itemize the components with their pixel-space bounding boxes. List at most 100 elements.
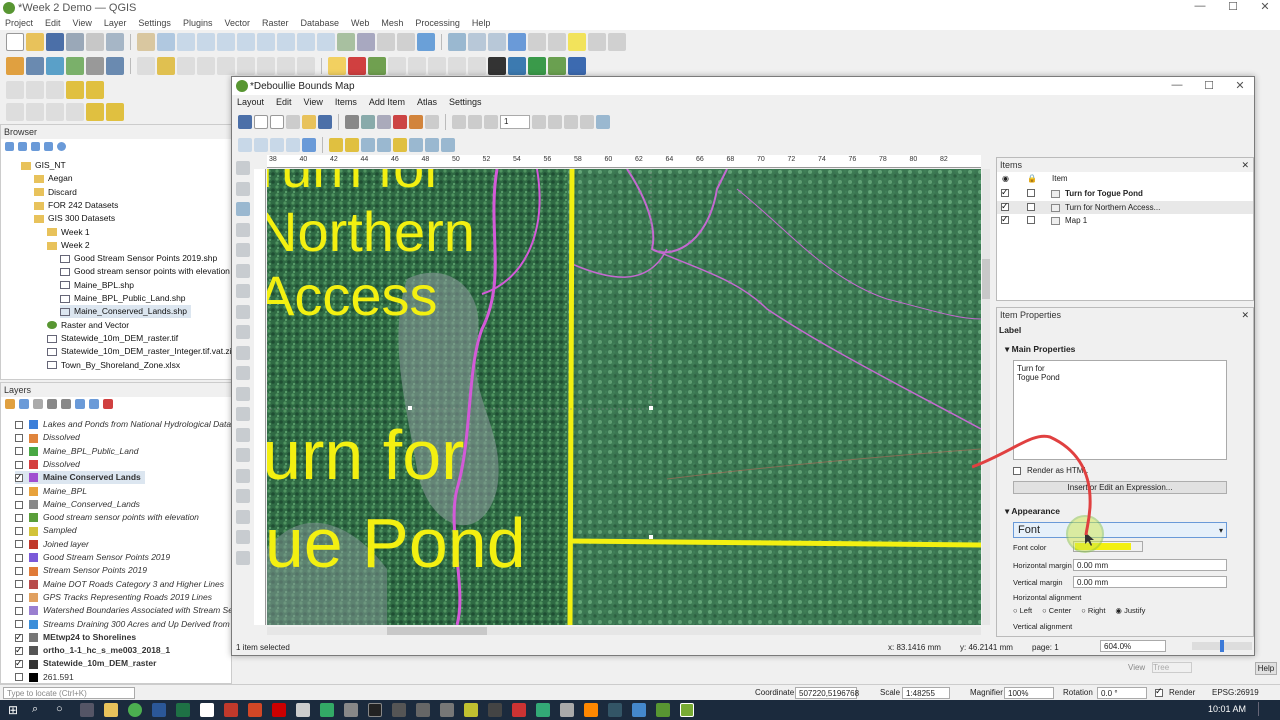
pan-icon[interactable] — [137, 33, 155, 51]
menu-edit[interactable]: Edit — [45, 18, 61, 28]
menu-web[interactable]: Web — [351, 18, 369, 28]
select-polygon-icon[interactable] — [106, 103, 124, 121]
redo-icon[interactable] — [297, 57, 315, 75]
atlas-prev-icon[interactable] — [484, 115, 498, 129]
app-icon[interactable] — [560, 703, 574, 717]
pan-layout-icon[interactable] — [236, 161, 250, 175]
browser-item[interactable]: Statewide_10m_DEM_raster.tif — [47, 332, 178, 345]
select-icon[interactable] — [6, 81, 24, 99]
app-icon[interactable] — [440, 703, 454, 717]
save-template-icon[interactable] — [318, 115, 332, 129]
layer-item[interactable]: 261.591 — [15, 671, 74, 684]
zoom-layer-icon[interactable] — [257, 33, 275, 51]
layer-item[interactable]: GPS Tracks Representing Roads 2019 Lines — [15, 591, 212, 604]
item-visible-checkbox[interactable] — [1001, 213, 1009, 226]
duplicate-layout-icon[interactable] — [270, 115, 284, 129]
layer-visibility-checkbox[interactable] — [15, 606, 23, 615]
select-move-icon[interactable] — [236, 202, 250, 216]
open-template-icon[interactable] — [302, 115, 316, 129]
menu-database[interactable]: Database — [301, 18, 340, 28]
add-arrow-icon[interactable] — [236, 448, 250, 462]
search-icon[interactable]: ⌕ — [32, 703, 38, 716]
new-project-icon[interactable] — [6, 33, 24, 51]
clock-app-icon[interactable] — [368, 703, 382, 717]
bookmark-icon[interactable] — [377, 33, 395, 51]
layer-visibility-checkbox[interactable] — [15, 580, 23, 589]
selection-handle[interactable] — [408, 406, 412, 410]
canvas-vertical-scrollbar[interactable] — [982, 169, 990, 625]
layer-item[interactable]: Maine_Conserved_Lands — [15, 498, 140, 511]
map-tips-icon[interactable] — [568, 33, 586, 51]
menu-layer[interactable]: Layer — [104, 18, 127, 28]
zoom-in-icon[interactable] — [177, 33, 195, 51]
zoom-native-icon[interactable] — [277, 33, 295, 51]
statistics-icon[interactable] — [528, 33, 546, 51]
deselect-icon[interactable] — [46, 81, 64, 99]
expression-filter-icon[interactable] — [61, 399, 71, 409]
add-vector-icon[interactable] — [46, 57, 64, 75]
browser-item[interactable]: GIS_NT — [21, 159, 66, 172]
refresh-view-icon[interactable] — [302, 138, 316, 152]
new-3d-view-icon[interactable] — [357, 33, 375, 51]
layer-item[interactable]: Stream Sensor Points 2019 — [15, 564, 147, 577]
browser-item[interactable]: Good stream sensor points with elevation — [60, 265, 230, 278]
layer-visibility-checkbox[interactable] — [15, 553, 23, 562]
maximize-icon[interactable]: ☐ — [1194, 79, 1224, 92]
layout-manager-icon[interactable] — [286, 115, 300, 129]
menu-items[interactable]: Items — [335, 97, 357, 107]
export-pdf-icon[interactable] — [393, 115, 407, 129]
add-label-icon[interactable] — [236, 325, 250, 339]
zoom-out-icon[interactable] — [197, 33, 215, 51]
maximize-icon[interactable]: ☐ — [1218, 0, 1248, 13]
excel-icon[interactable] — [176, 703, 190, 717]
app-icon[interactable] — [320, 703, 334, 717]
refresh-icon[interactable] — [5, 141, 14, 151]
layer-visibility-checkbox[interactable] — [15, 540, 23, 549]
menu-vector[interactable]: Vector — [224, 18, 250, 28]
help-icon[interactable] — [568, 57, 586, 75]
scrollbar-thumb[interactable] — [982, 259, 990, 299]
selection-handle[interactable] — [649, 406, 653, 410]
layer-visibility-checkbox[interactable] — [15, 631, 23, 644]
browser-item[interactable]: Aegan — [34, 172, 73, 185]
item-lock-checkbox[interactable] — [1027, 216, 1035, 224]
outlook-icon[interactable] — [224, 703, 238, 717]
remove-layer-icon[interactable] — [103, 399, 113, 409]
help-button[interactable]: Help — [1255, 662, 1277, 675]
label-show-icon[interactable] — [368, 57, 386, 75]
layer-visibility-checkbox[interactable] — [15, 471, 23, 484]
app-icon[interactable] — [536, 703, 550, 717]
data-source-manager-icon[interactable] — [6, 57, 24, 75]
digitize-icon[interactable] — [137, 57, 155, 75]
item-lock-checkbox[interactable] — [1027, 202, 1035, 211]
raise-icon[interactable] — [393, 138, 407, 152]
render-checkbox[interactable]: Render — [1155, 686, 1195, 697]
app-icon[interactable] — [608, 703, 622, 717]
atlas-last-icon[interactable] — [548, 115, 562, 129]
atlas-preview-icon[interactable] — [452, 115, 466, 129]
new-map-view-icon[interactable] — [337, 33, 355, 51]
paint-icon[interactable] — [296, 703, 310, 717]
info-icon[interactable] — [57, 141, 66, 151]
scale-field[interactable]: 1:48255 — [902, 687, 950, 699]
add-scalebar-icon[interactable] — [236, 366, 250, 380]
firefox-icon[interactable] — [584, 703, 598, 717]
label-change-icon[interactable] — [428, 57, 446, 75]
style-icon[interactable] — [5, 399, 15, 409]
v-margin-input[interactable]: 0.00 mm — [1073, 576, 1227, 588]
select-feature-icon[interactable] — [86, 103, 104, 121]
text-annotation-icon[interactable] — [608, 33, 626, 51]
task-view-icon[interactable] — [80, 703, 94, 717]
zoom-select[interactable]: 604.0% — [1100, 640, 1166, 652]
app-icon[interactable] — [392, 703, 406, 717]
python-icon[interactable] — [508, 57, 526, 75]
field-calculator-icon[interactable] — [488, 33, 506, 51]
menu-mesh[interactable]: Mesh — [381, 18, 403, 28]
label-rotate-icon[interactable] — [408, 57, 426, 75]
layer-item[interactable]: Good Stream Sensor Points 2019 — [15, 551, 170, 564]
layer-visibility-checkbox[interactable] — [15, 620, 23, 629]
edit-pencil-icon[interactable] — [157, 57, 175, 75]
browser-item[interactable]: Raster and Vector — [47, 319, 129, 332]
crs-button[interactable]: EPSG:26919 — [1212, 688, 1259, 697]
item-visible-checkbox[interactable] — [1001, 200, 1009, 213]
